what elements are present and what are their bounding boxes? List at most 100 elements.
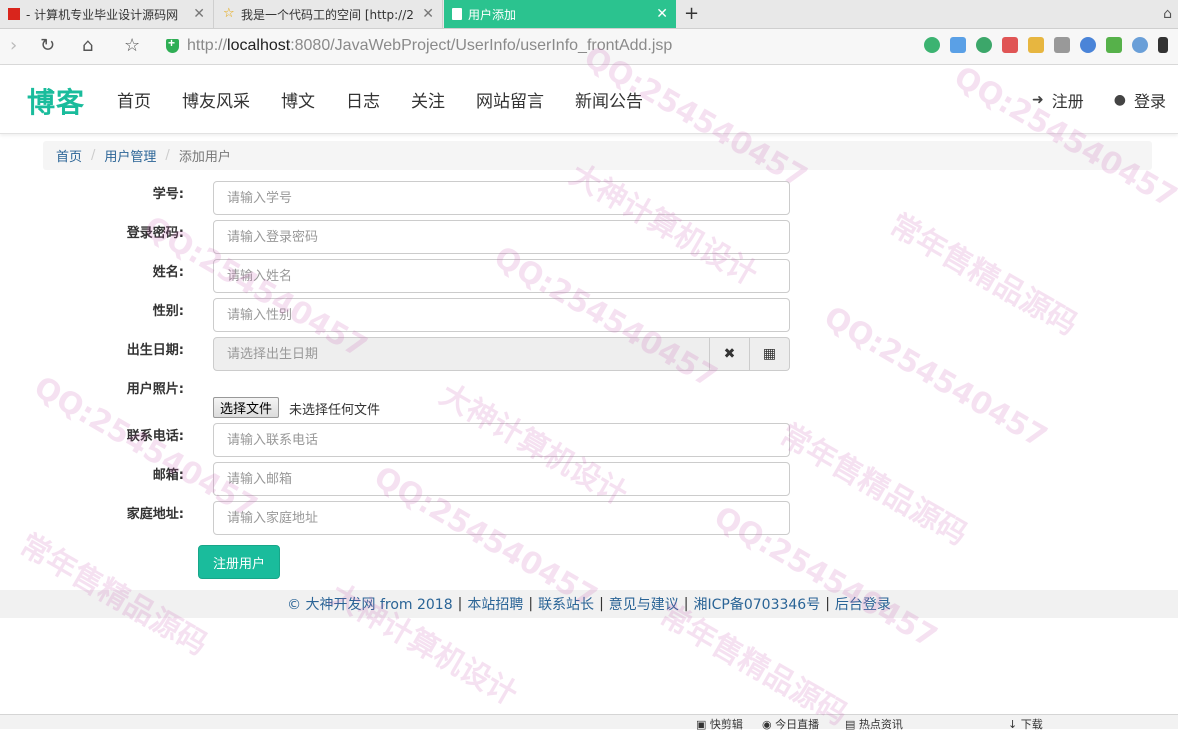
breadcrumb-separator: / xyxy=(165,148,170,163)
file-status: 未选择任何文件 xyxy=(289,403,381,418)
footer-separator: | xyxy=(528,596,534,612)
footer-link-icp[interactable]: 湘ICP备0703346号 xyxy=(694,594,821,614)
reload-icon[interactable]: ↻ xyxy=(40,35,55,56)
footer-separator: | xyxy=(825,596,830,612)
menu-item-news[interactable]: 新闻公告 xyxy=(575,87,643,112)
extension-icon[interactable] xyxy=(976,37,992,53)
footer-separator: | xyxy=(457,596,463,612)
site-favicon-icon xyxy=(8,8,20,20)
footer-separator: | xyxy=(683,596,689,612)
extension-icon[interactable] xyxy=(1028,37,1044,53)
watermark-text: 常年售精品源码 xyxy=(883,207,1083,343)
student-id-input[interactable] xyxy=(213,181,790,215)
url-host: localhost xyxy=(227,37,291,54)
extension-icon[interactable] xyxy=(1054,37,1070,53)
forward-icon[interactable]: › xyxy=(10,35,17,56)
address-input[interactable] xyxy=(213,501,790,535)
zoom-out-icon[interactable] xyxy=(1132,37,1148,53)
footer-link-admin-login[interactable]: 后台登录 xyxy=(835,594,891,614)
password-input[interactable] xyxy=(213,220,790,254)
new-tab-icon[interactable]: + xyxy=(684,3,699,24)
extension-icon[interactable] xyxy=(1002,37,1018,53)
home-icon[interactable]: ⌂ xyxy=(82,35,93,56)
login-label: 登录 xyxy=(1133,92,1166,111)
address-label: 家庭地址: xyxy=(126,507,184,522)
status-item-news[interactable]: ▤ 热点资讯 xyxy=(845,716,903,732)
menu-item-messages[interactable]: 网站留言 xyxy=(476,87,544,112)
register-user-button[interactable]: 注册用户 xyxy=(198,545,280,579)
choose-file-button[interactable]: 选择文件 xyxy=(213,397,280,418)
gender-label: 性别: xyxy=(152,304,184,319)
menu-item-follow[interactable]: 关注 xyxy=(411,87,445,112)
status-item-label: 今日直播 xyxy=(775,718,820,731)
page-favicon-icon xyxy=(452,8,462,20)
breadcrumb-user-management[interactable]: 用户管理 xyxy=(104,146,156,165)
breadcrumb-current: 添加用户 xyxy=(178,150,231,165)
browser-tab-1[interactable]: - 计算机专业毕业设计源码网 ✕ xyxy=(0,0,214,28)
secure-shield-icon xyxy=(166,36,179,53)
status-item-live[interactable]: ◉ 今日直播 xyxy=(762,716,819,732)
birth-date-label: 出生日期: xyxy=(126,343,184,358)
extension-icons xyxy=(924,37,1168,53)
birth-date-group: ✖ ▦ xyxy=(213,337,790,371)
browser-toolbar: › ↻ ⌂ ☆ http://localhost:8080/JavaWebPro… xyxy=(0,29,1178,65)
name-label: 姓名: xyxy=(152,265,184,280)
url-protocol: http:// xyxy=(187,37,228,54)
breadcrumb-home[interactable]: 首页 xyxy=(56,146,82,165)
account-nav: ➜ 注册 ● 登录 xyxy=(1032,88,1166,112)
extension-icon[interactable] xyxy=(950,37,966,53)
name-input[interactable] xyxy=(213,259,790,293)
status-item-label: 热点资讯 xyxy=(858,718,903,731)
login-link[interactable]: ● 登录 xyxy=(1114,88,1166,112)
tab-title: 我是一个代码工的空间 [http://2 xyxy=(241,7,414,22)
close-tab-icon[interactable]: ✕ xyxy=(193,6,205,22)
footer-link-feedback[interactable]: 意见与建议 xyxy=(609,594,679,614)
browser-tab-active[interactable]: 用户添加 ✕ xyxy=(444,0,676,28)
menu-item-posts[interactable]: 博文 xyxy=(281,87,315,112)
skin-icon[interactable]: ⌂ xyxy=(1163,6,1172,22)
main-menu: 首页 博友风采 博文 日志 关注 网站留言 新闻公告 xyxy=(117,87,674,112)
status-item-download[interactable]: ↓ 下载 xyxy=(1008,716,1043,732)
status-item-quick-clip[interactable]: ▣ 快剪辑 xyxy=(696,716,743,732)
sign-in-icon: ➜ xyxy=(1032,92,1044,108)
password-label: 登录密码: xyxy=(126,226,184,241)
tab-title: 用户添加 xyxy=(468,7,517,22)
watermark-text: QQ:254540457 xyxy=(818,299,1053,456)
status-item-label: 下载 xyxy=(1020,718,1043,731)
student-id-label: 学号: xyxy=(152,187,184,202)
gender-input[interactable] xyxy=(213,298,790,332)
close-tab-icon[interactable]: ✕ xyxy=(656,6,668,22)
phone-icon[interactable] xyxy=(1158,37,1168,53)
address-bar[interactable]: http://localhost:8080/JavaWebProject/Use… xyxy=(166,35,796,57)
site-header: 博客 首页 博友风采 博文 日志 关注 网站留言 新闻公告 ➜ 注册 ● 登录 xyxy=(0,65,1178,134)
menu-item-logs[interactable]: 日志 xyxy=(346,87,380,112)
site-brand[interactable]: 博客 xyxy=(27,81,85,121)
footer-link-contact[interactable]: 联系站长 xyxy=(538,594,594,614)
extension-icon[interactable] xyxy=(924,37,940,53)
calendar-icon: ▦ xyxy=(762,346,777,362)
reader-icon[interactable] xyxy=(1106,37,1122,53)
menu-item-home[interactable]: 首页 xyxy=(117,87,151,112)
email-input[interactable] xyxy=(213,462,790,496)
email-label: 邮箱: xyxy=(152,468,184,483)
phone-label: 联系电话: xyxy=(126,429,184,444)
birth-date-input[interactable] xyxy=(213,337,710,371)
close-icon: ✖ xyxy=(723,346,736,362)
phone-input[interactable] xyxy=(213,423,790,457)
search-icon[interactable] xyxy=(1080,37,1096,53)
footer-link-jobs[interactable]: 本站招聘 xyxy=(467,594,523,614)
tab-title: - 计算机专业毕业设计源码网 xyxy=(26,7,179,22)
register-link[interactable]: ➜ 注册 xyxy=(1032,88,1084,112)
site-footer: © 大神开发网 from 2018 | 本站招聘 | 联系站长 | 意见与建议 … xyxy=(0,590,1178,618)
footer-separator: | xyxy=(599,596,604,612)
calendar-button[interactable]: ▦ xyxy=(750,337,790,371)
photo-label: 用户照片: xyxy=(126,382,184,397)
browser-status-bar: ▣ 快剪辑 ◉ 今日直播 ▤ 热点资讯 ↓ 下载 xyxy=(0,714,1178,732)
star-favicon-icon: ☆ xyxy=(223,6,235,21)
menu-item-friends[interactable]: 博友风采 xyxy=(182,87,250,112)
close-tab-icon[interactable]: ✕ xyxy=(422,6,434,22)
browser-tab-2[interactable]: ☆ 我是一个代码工的空间 [http://2 ✕ xyxy=(215,0,443,28)
bookmark-star-icon[interactable]: ☆ xyxy=(124,35,140,56)
breadcrumb: 首页 / 用户管理 / 添加用户 xyxy=(43,141,1152,170)
clear-date-button[interactable]: ✖ xyxy=(710,337,750,371)
